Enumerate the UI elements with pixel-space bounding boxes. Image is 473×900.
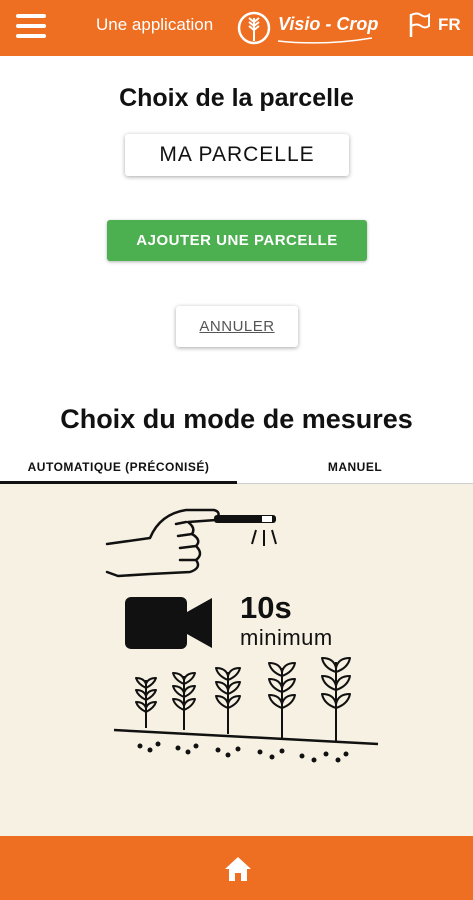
hamburger-menu-icon[interactable]	[16, 14, 46, 40]
measure-illustration	[0, 484, 473, 836]
cancel-button[interactable]: ANNULER	[176, 306, 298, 347]
app-header: Une application Visio - Crop FR	[0, 0, 473, 56]
duration-note: minimum	[240, 625, 333, 650]
flag-icon	[409, 12, 430, 37]
parcel-select-button[interactable]: MA PARCELLE	[125, 134, 349, 176]
tab-manual[interactable]: MANUEL	[237, 450, 473, 484]
language-selector[interactable]: FR	[408, 12, 461, 38]
parcel-section-title: Choix de la parcelle	[119, 84, 354, 112]
language-label: FR	[438, 15, 461, 34]
tab-automatic[interactable]: AUTOMATIQUE (PRÉCONISÉ)	[0, 450, 237, 484]
crops-icon	[113, 657, 379, 746]
bottom-nav	[0, 836, 473, 900]
home-icon[interactable]	[224, 856, 252, 882]
measure-instruction-graphic	[105, 508, 379, 763]
app-intro-text: Une application	[96, 15, 214, 34]
add-parcel-button[interactable]: AJOUTER UNE PARCELLE	[107, 220, 367, 261]
brand-name: Visio - Crop	[278, 14, 379, 34]
duration-value: 10s	[240, 590, 292, 625]
measure-mode-tabs: AUTOMATIQUE (PRÉCONISÉ) MANUEL	[0, 450, 473, 484]
measure-mode-title: Choix du mode de mesures	[60, 404, 413, 434]
video-camera-icon	[125, 597, 212, 649]
hand-phone-icon	[105, 508, 220, 578]
seeds-icon	[137, 741, 349, 763]
